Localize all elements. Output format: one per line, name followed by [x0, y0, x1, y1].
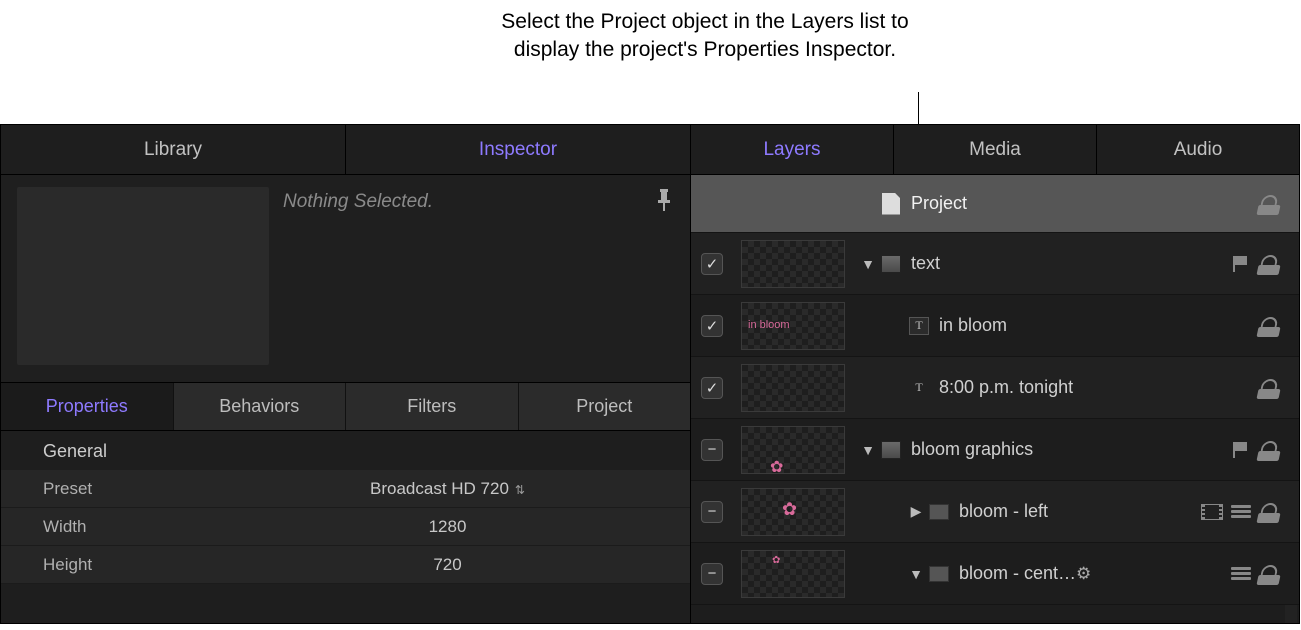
lock-icon[interactable] [1261, 196, 1279, 212]
layer-thumbnail: ✿ [741, 488, 845, 536]
layer-thumbnail: ✿ [741, 550, 845, 598]
group-icon [881, 255, 901, 273]
lock-icon[interactable] [1261, 256, 1279, 272]
disclosure-icon[interactable]: ▼ [909, 566, 923, 582]
clip-icon [929, 566, 949, 582]
visibility-checkbox[interactable] [701, 563, 723, 585]
visibility-checkbox[interactable] [701, 253, 723, 275]
layer-name[interactable]: in bloom [939, 315, 1253, 336]
lock-icon[interactable] [1261, 318, 1279, 334]
stack-icon[interactable] [1231, 567, 1251, 581]
property-value-width[interactable]: 1280 [223, 517, 672, 537]
gear-icon[interactable]: ⚙ [1076, 564, 1091, 584]
property-label: Width [43, 517, 223, 537]
sub-tab-properties[interactable]: Properties [1, 383, 174, 430]
property-row-height[interactable]: Height 720 [1, 546, 690, 584]
tab-inspector[interactable]: Inspector [346, 125, 690, 174]
sub-tab-project[interactable]: Project [519, 383, 691, 430]
sub-tab-filters[interactable]: Filters [346, 383, 519, 430]
layers-list[interactable]: Project ▼ text i [691, 175, 1299, 623]
layers-pane: Layers Media Audio Project [691, 125, 1299, 623]
property-value-preset[interactable]: Broadcast HD 720 ⇅ [223, 479, 672, 499]
visibility-checkbox[interactable] [701, 315, 723, 337]
group-icon [881, 441, 901, 459]
lock-icon[interactable] [1261, 442, 1279, 458]
visibility-checkbox[interactable] [701, 439, 723, 461]
layer-thumbnail: ✿ [741, 426, 845, 474]
layer-name[interactable]: bloom - left [959, 501, 1201, 522]
lock-icon[interactable] [1261, 504, 1279, 520]
film-icon[interactable] [1201, 504, 1223, 520]
property-row-preset[interactable]: Preset Broadcast HD 720 ⇅ [1, 470, 690, 508]
project-icon [881, 195, 901, 213]
layer-row-group-bloom-graphics[interactable]: ✿ ▼ bloom graphics [691, 419, 1299, 481]
lock-icon[interactable] [1261, 380, 1279, 396]
disclosure-icon[interactable]: ▼ [861, 256, 875, 272]
layer-row-project[interactable]: Project [691, 175, 1299, 233]
disclosure-icon[interactable]: ▶ [909, 503, 923, 520]
inspector-preview: Nothing Selected. [1, 175, 690, 383]
properties-panel: General Preset Broadcast HD 720 ⇅ Width 1… [1, 431, 690, 623]
visibility-checkbox[interactable] [701, 501, 723, 523]
sub-tab-behaviors[interactable]: Behaviors [174, 383, 347, 430]
property-value-height[interactable]: 720 [223, 555, 672, 575]
preset-value-text: Broadcast HD 720 [370, 479, 509, 498]
layer-row-group-text[interactable]: ▼ text [691, 233, 1299, 295]
layer-thumbnail [741, 240, 845, 288]
layer-name[interactable]: Project [911, 193, 1253, 214]
preview-status: Nothing Selected. [283, 187, 433, 370]
inspector-pane: Library Inspector Nothing Selected. Prop… [1, 125, 691, 623]
tab-audio[interactable]: Audio [1097, 125, 1299, 174]
flag-icon[interactable] [1233, 442, 1251, 458]
clip-icon [929, 504, 949, 520]
tab-layers[interactable]: Layers [691, 125, 894, 174]
inspector-sub-tabs: Properties Behaviors Filters Project [1, 383, 690, 431]
property-label: Preset [43, 479, 223, 499]
layer-row-clip-bloom-left[interactable]: ✿ ▶ bloom - left [691, 481, 1299, 543]
layer-thumbnail [741, 364, 845, 412]
layer-row-text-inbloom[interactable]: in bloom T in bloom [691, 295, 1299, 357]
app-window: Library Inspector Nothing Selected. Prop… [0, 124, 1300, 624]
layer-name[interactable]: 8:00 p.m. tonight [939, 377, 1253, 398]
stack-icon[interactable] [1231, 505, 1251, 519]
layer-name[interactable]: bloom graphics [911, 439, 1225, 460]
thumbnail-overlay-text: in bloom [748, 319, 790, 331]
property-row-width[interactable]: Width 1280 [1, 508, 690, 546]
layer-thumbnail: in bloom [741, 302, 845, 350]
left-tab-row: Library Inspector [1, 125, 690, 175]
property-label: Height [43, 555, 223, 575]
flag-icon[interactable] [1233, 256, 1251, 272]
text-layer-icon: T [909, 379, 929, 397]
tab-media[interactable]: Media [894, 125, 1097, 174]
tab-library[interactable]: Library [1, 125, 346, 174]
lock-icon[interactable] [1261, 566, 1279, 582]
properties-section-general: General [1, 431, 690, 470]
preview-thumbnail [17, 187, 269, 365]
layer-name[interactable]: text [911, 253, 1225, 274]
layer-row-text-time[interactable]: T 8:00 p.m. tonight [691, 357, 1299, 419]
disclosure-icon[interactable]: ▼ [861, 442, 875, 458]
stepper-icon[interactable]: ⇅ [515, 483, 525, 497]
annotation-text: Select the Project object in the Layers … [490, 8, 920, 65]
pin-icon[interactable] [656, 189, 672, 211]
layer-row-clip-bloom-cent[interactable]: ✿ ▼ bloom - cent… ⚙ [691, 543, 1299, 605]
visibility-checkbox[interactable] [701, 377, 723, 399]
text-layer-icon: T [909, 317, 929, 335]
right-tab-row: Layers Media Audio [691, 125, 1299, 175]
layer-name[interactable]: bloom - cent… [959, 563, 1076, 584]
